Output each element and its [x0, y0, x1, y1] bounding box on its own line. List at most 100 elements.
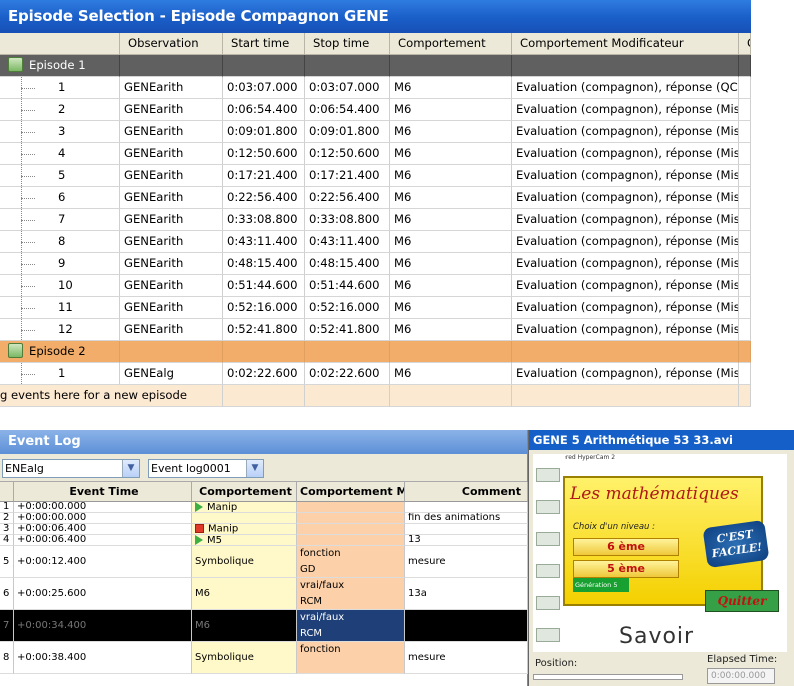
- modificateur-line-1: fonction: [300, 644, 341, 655]
- observation-select[interactable]: ENEalg ▼: [2, 459, 140, 478]
- log-comportement-cell: Manip: [192, 502, 297, 513]
- log-comportement-cell: M6: [192, 610, 297, 642]
- log-row[interactable]: 5 +0:00:12.400 Symbolique fonction GD mesure: [0, 546, 528, 578]
- table-row[interactable]: 9 GENEarith 0:48:15.400 0:48:15.400 M6 Evalua…: [0, 253, 751, 275]
- quit-button[interactable]: Quitter: [705, 590, 779, 612]
- start-time-cell: 0:52:41.800: [223, 319, 305, 341]
- sidebar-icon: [536, 500, 560, 514]
- comportement-cell: M6: [390, 187, 512, 209]
- log-modificateur-cell: [297, 535, 405, 546]
- observation-cell: GENEarith: [120, 253, 223, 275]
- table-row[interactable]: 6 GENEarith 0:22:56.400 0:22:56.400 M6 Evalua…: [0, 187, 751, 209]
- log-row[interactable]: 2 +0:00:00.000 fin des animations: [0, 513, 528, 524]
- log-row[interactable]: 3 +0:00:06.400 Manip: [0, 524, 528, 535]
- play-icon: [195, 502, 203, 512]
- start-time-cell: 0:02:22.600: [223, 363, 305, 385]
- row-index: 9: [0, 253, 120, 275]
- log-row[interactable]: 1 +0:00:00.000 Manip: [0, 502, 528, 513]
- chevron-down-icon[interactable]: ▼: [122, 460, 139, 477]
- log-row[interactable]: 6 +0:00:25.600 M6 vrai/faux RCM 13a: [0, 578, 528, 610]
- column-header[interactable]: C: [739, 33, 751, 55]
- empty-cell: [120, 55, 223, 77]
- table-row[interactable]: 10 GENEarith 0:51:44.600 0:51:44.600 M6 Evalu…: [0, 275, 751, 297]
- level-6-button[interactable]: 6 ème: [573, 538, 679, 556]
- observation-cell: GENEarith: [120, 77, 223, 99]
- observation-cell: GENEarith: [120, 187, 223, 209]
- episode-icon: [8, 343, 23, 358]
- position-slider[interactable]: [533, 674, 683, 680]
- log-modificateur-cell: [297, 502, 405, 513]
- comportement-cell: M6: [390, 319, 512, 341]
- cest-facile-logo: C'EST FACILE!: [702, 519, 770, 569]
- column-header[interactable]: Start time: [223, 33, 305, 55]
- empty-cell: [512, 385, 739, 407]
- comment-cell: 13: [405, 535, 528, 546]
- chevron-down-icon[interactable]: ▼: [246, 460, 263, 477]
- level-prompt: Choix d'un niveau :: [573, 522, 655, 532]
- episode-selection-window: Episode Selection - Episode Compagnon GE…: [0, 0, 751, 430]
- empty-cell: [739, 385, 751, 407]
- level-5-button[interactable]: 5 ème: [573, 560, 679, 578]
- log-row[interactable]: 7 +0:00:34.400 M6 vrai/faux RCM: [0, 610, 528, 642]
- table-row[interactable]: 8 GENEarith 0:43:11.400 0:43:11.400 M6 Evalua…: [0, 231, 751, 253]
- sidebar-icon: [536, 532, 560, 546]
- start-time-cell: 0:12:50.600: [223, 143, 305, 165]
- table-row[interactable]: 7 GENEarith 0:33:08.800 0:33:08.800 M6 Evalua…: [0, 209, 751, 231]
- observation-cell: GENEarith: [120, 143, 223, 165]
- log-row[interactable]: 4 +0:00:06.400 M5 13: [0, 535, 528, 546]
- event-log-select[interactable]: Event log0001 ▼: [148, 459, 264, 478]
- column-header[interactable]: Comportement: [390, 33, 512, 55]
- log-column-header[interactable]: Comportement Mo: [297, 482, 405, 502]
- column-header[interactable]: Stop time: [305, 33, 390, 55]
- stop-time-cell: 0:02:22.600: [305, 363, 390, 385]
- log-comportement-text: M5: [207, 535, 222, 546]
- table-row[interactable]: 1 GENEarith 0:03:07.000 0:03:07.000 M6 Evalua…: [0, 77, 751, 99]
- row-index: 12: [0, 319, 120, 341]
- log-row-number: 8: [0, 642, 14, 674]
- table-row[interactable]: 2 GENEarith 0:06:54.400 0:06:54.400 M6 Evalua…: [0, 99, 751, 121]
- table-row[interactable]: 11 GENEarith 0:52:16.000 0:52:16.000 M6 Evalu…: [0, 297, 751, 319]
- log-row[interactable]: 8 +0:00:38.400 Symbolique fonction mesure: [0, 642, 528, 674]
- log-modificateur-cell: [297, 513, 405, 524]
- video-frame[interactable]: Unregistered HyperCam 2 Savoir Les mathé…: [533, 454, 787, 652]
- comportement-cell: M6: [390, 165, 512, 187]
- drop-zone-row[interactable]: g events here for a new episode: [0, 385, 751, 407]
- modificateur-line-2: GD: [300, 564, 316, 575]
- event-time-cell: +0:00:06.400: [14, 524, 192, 535]
- elapsed-label: Elapsed Time:: [707, 654, 778, 665]
- start-time-cell: 0:03:07.000: [223, 77, 305, 99]
- episode-label: Episode 1: [29, 58, 86, 72]
- row-index: 3: [0, 121, 120, 143]
- modificateur-cell: Evaluation (compagnon), réponse (Missir: [512, 209, 739, 231]
- table-row[interactable]: 5 GENEarith 0:17:21.400 0:17:21.400 M6 Evalua…: [0, 165, 751, 187]
- episode-row[interactable]: Episode 1: [0, 55, 751, 77]
- comportement-cell: M6: [390, 143, 512, 165]
- stop-time-cell: 0:43:11.400: [305, 231, 390, 253]
- comportement-cell: M6: [390, 231, 512, 253]
- empty-cell: [739, 209, 751, 231]
- window-title: Episode Selection - Episode Compagnon GE…: [0, 0, 751, 33]
- episode-row[interactable]: Episode 2: [0, 341, 751, 363]
- stop-time-cell: 0:51:44.600: [305, 275, 390, 297]
- row-index: 6: [0, 187, 120, 209]
- column-header[interactable]: [0, 33, 120, 55]
- table-row[interactable]: 12 GENEarith 0:52:41.800 0:52:41.800 M6 Evalu…: [0, 319, 751, 341]
- log-column-header[interactable]: [0, 482, 14, 502]
- table-row[interactable]: 1 GENEalg 0:02:22.600 0:02:22.600 M6 Evaluati…: [0, 363, 751, 385]
- comment-cell: [405, 502, 528, 513]
- table-row[interactable]: 4 GENEarith 0:12:50.600 0:12:50.600 M6 Evalua…: [0, 143, 751, 165]
- comportement-cell: M6: [390, 121, 512, 143]
- column-header[interactable]: Observation: [120, 33, 223, 55]
- log-column-header[interactable]: Comportement: [192, 482, 297, 502]
- blank-area: [751, 0, 794, 430]
- modificateur-cell: Evaluation (compagnon), réponse (Missir: [512, 187, 739, 209]
- column-header[interactable]: Comportement Modificateur: [512, 33, 739, 55]
- log-column-header[interactable]: Comment: [405, 482, 528, 502]
- table-row[interactable]: 3 GENEarith 0:09:01.800 0:09:01.800 M6 Evalua…: [0, 121, 751, 143]
- start-time-cell: 0:06:54.400: [223, 99, 305, 121]
- comment-cell: fin des animations: [405, 513, 528, 524]
- log-column-header[interactable]: Event Time: [14, 482, 192, 502]
- episode-label-cell: Episode 2: [0, 341, 120, 363]
- grid-header: Observation Start time Stop time Comporteme…: [0, 33, 751, 55]
- comportement-cell: M6: [390, 253, 512, 275]
